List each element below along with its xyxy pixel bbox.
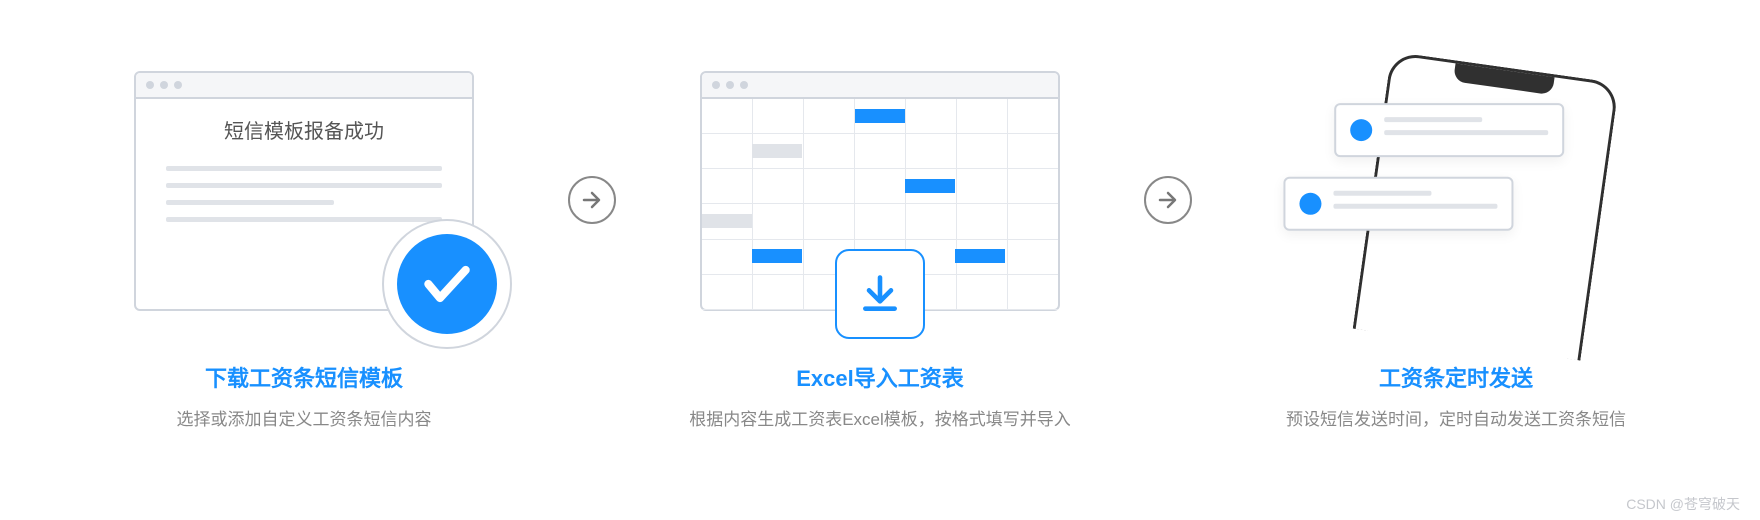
steps-container: 短信模板报备成功 下载工资条短信模板 选择或添加自定义工资条短信内容 (0, 0, 1760, 480)
check-badge (382, 219, 512, 349)
avatar-icon (1350, 119, 1372, 141)
browser-heading: 短信模板报备成功 (136, 99, 472, 154)
step-2-illustration (700, 51, 1060, 331)
step-1-title: 下载工资条短信模板 (205, 361, 403, 393)
step-1-illustration: 短信模板报备成功 (134, 51, 474, 331)
spreadsheet-titlebar (702, 73, 1058, 99)
browser-mockup: 短信模板报备成功 (134, 71, 474, 311)
message-card (1334, 103, 1564, 157)
check-icon (419, 256, 475, 312)
browser-titlebar (136, 73, 472, 99)
step-2-title: Excel导入工资表 (796, 361, 964, 393)
text-line (166, 217, 442, 222)
step-3-illustration (1311, 51, 1601, 331)
text-line (166, 200, 334, 205)
watermark-text: CSDN @苍穹破天 (1626, 494, 1740, 514)
step-2-desc: 根据内容生成工资表Excel模板，按格式填写并导入 (689, 405, 1071, 430)
step-3-title: 工资条定时发送 (1379, 361, 1533, 393)
step-1: 短信模板报备成功 下载工资条短信模板 选择或添加自定义工资条短信内容 (60, 51, 548, 430)
arrow-right-icon (568, 176, 616, 224)
phone-mockup (1353, 51, 1620, 360)
download-icon (858, 272, 902, 316)
phone-notch (1453, 63, 1555, 95)
step-1-desc: 选择或添加自定义工资条短信内容 (177, 405, 432, 430)
step-3: 工资条定时发送 预设短信发送时间，定时自动发送工资条短信 (1212, 51, 1700, 430)
avatar-icon (1299, 192, 1321, 214)
step-3-desc: 预设短信发送时间，定时自动发送工资条短信 (1286, 405, 1626, 430)
download-badge (835, 249, 925, 339)
text-line (166, 166, 442, 171)
spreadsheet-mockup (700, 71, 1060, 311)
text-line (166, 183, 442, 188)
message-card (1283, 176, 1513, 230)
step-2: Excel导入工资表 根据内容生成工资表Excel模板，按格式填写并导入 (636, 51, 1124, 430)
arrow-right-icon (1144, 176, 1192, 224)
